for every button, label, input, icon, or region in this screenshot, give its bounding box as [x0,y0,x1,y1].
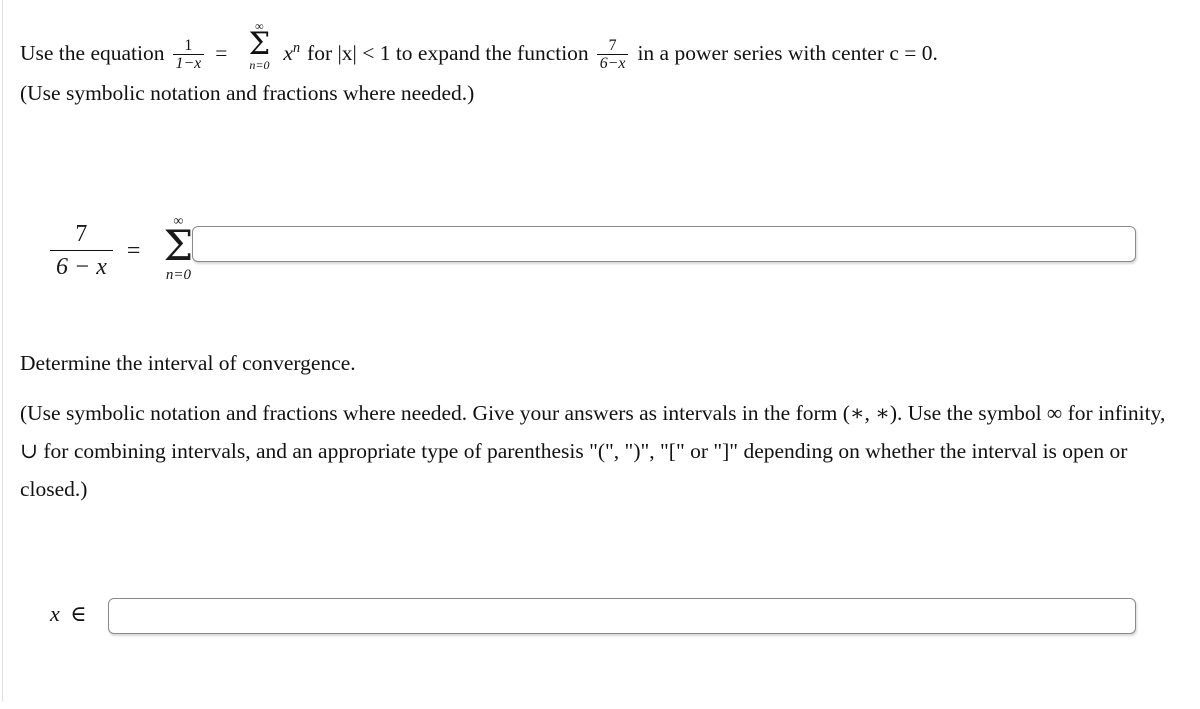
display-summation-lower-limit: n=0 [165,267,191,284]
prompt-suffix-text: in a power series with center c = 0. [637,41,938,66]
interval-of-convergence-answer-input[interactable] [108,598,1136,634]
element-of-icon: ∈ [70,601,87,626]
inline-fraction-seven-over-six-minus-x: 7 6−x [596,37,629,72]
prompt-prefix-text: Use the equation [20,41,165,66]
inline-fraction-one-over-one-minus-x: 1 1−x [172,37,205,72]
fraction-numerator: 1 [184,37,193,55]
display-equals-sign: = [126,237,141,264]
interval-heading: Determine the interval of convergence. [20,351,356,375]
display-fraction-seven-over-six-minus-x: 7 6 − x [50,220,113,283]
function-numerator: 7 [608,37,617,55]
x-element-of-label: x ∈ [50,601,87,627]
inline-term-x: x [283,41,293,66]
fraction-denominator: 1−x [172,54,205,72]
summation-lower-limit: n=0 [249,58,270,73]
symbolic-notation-note: (Use symbolic notation and fractions whe… [20,81,475,105]
variable-x-label: x [50,601,60,626]
worksheet-page: Use the equation 1 1−x = ∞ Σ n=0 xn for |… [0,0,1200,709]
problem-prompt-line: Use the equation 1 1−x = ∞ Σ n=0 xn for |… [20,20,938,73]
inline-summation-operator: ∞ Σ n=0 [239,20,279,72]
inline-equals-sign: = [215,41,228,66]
display-fraction-numerator: 7 [75,220,88,247]
interval-instructions-note: (Use symbolic notation and fractions whe… [20,401,1166,501]
inline-term-exponent-n: n [292,39,301,56]
page-left-border [2,0,3,702]
sigma-icon: Σ [248,27,271,63]
prompt-middle-text: for |x| < 1 to expand the function [307,41,589,66]
function-denominator: 6−x [596,54,629,72]
display-fraction-denominator: 6 − x [50,250,113,282]
display-equation-row: 7 6 − x = ∞ Σ n=0 [50,215,202,287]
power-series-answer-input[interactable] [192,226,1136,262]
